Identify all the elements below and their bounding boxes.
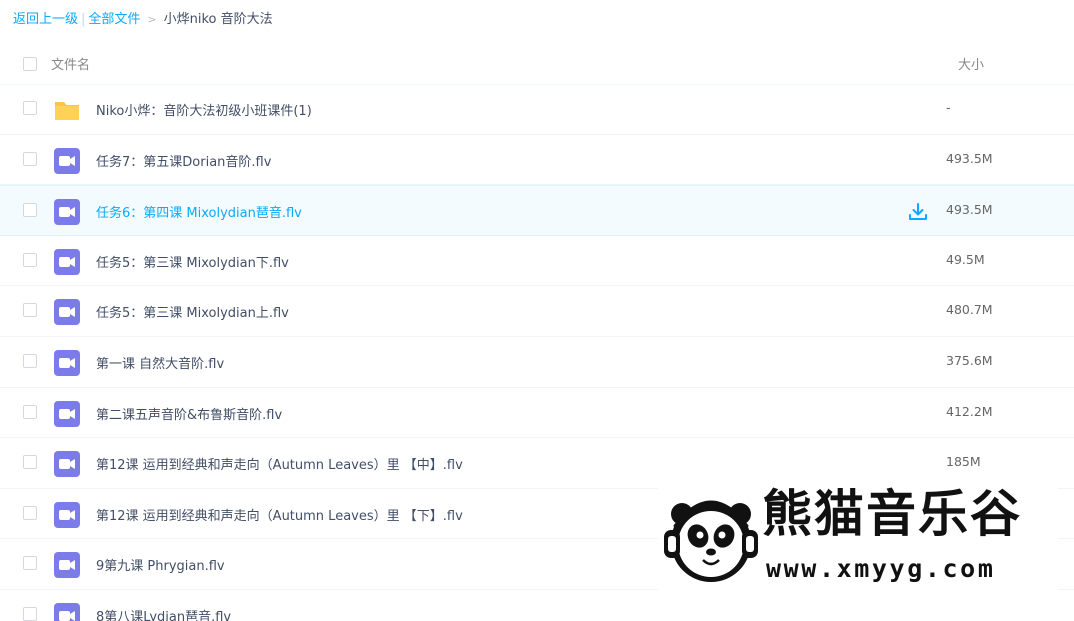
breadcrumb-divider: | [81,12,86,27]
watermark-title: 熊猫音乐谷 [762,485,1022,543]
video-icon [54,602,80,621]
current-folder: 小烨niko 音阶大法 [163,12,273,27]
file-size: 493.5M [946,202,993,218]
back-link[interactable]: 返回上一级 [13,12,78,27]
video-icon [54,552,80,579]
file-row[interactable]: 任务7：第五课Dorian音阶.flv 493.5M [0,135,1074,186]
file-name[interactable]: 第12课 运用到经典和声走向（Autumn Leaves）里 【下】.flv [96,505,463,524]
file-size: - [946,100,951,115]
breadcrumb-arrow: > [147,13,157,26]
file-list-header: 文件名 大小 [0,42,1074,85]
column-header-size[interactable]: 大小 [958,54,984,73]
file-size: 185M [946,454,981,470]
watermark: 熊猫音乐谷 www.xmyyg.com [658,480,1058,621]
row-checkbox[interactable] [23,353,37,368]
panda-logo-icon [664,500,758,582]
column-header-name[interactable]: 文件名 [51,54,90,73]
file-size: 375.6M [946,352,993,368]
file-name[interactable]: Niko小烨：音阶大法初级小班课件(1) [96,100,312,119]
file-name[interactable]: 第12课 运用到经典和声走向（Autumn Leaves）里 【中】.flv [96,454,463,473]
file-name[interactable]: 8第八课Lydian琶音.flv [96,606,231,621]
row-checkbox[interactable] [23,505,37,520]
row-checkbox[interactable] [23,151,37,166]
file-row[interactable]: 第一课 自然大音阶.flv 375.6M [0,337,1074,388]
video-icon [54,400,80,427]
file-name[interactable]: 第一课 自然大音阶.flv [96,353,224,372]
file-row[interactable]: 任务5：第三课 Mixolydian下.flv 49.5M [0,236,1074,287]
row-checkbox[interactable] [23,303,37,318]
file-size: 412.2M [946,403,993,419]
row-checkbox[interactable] [23,556,37,571]
row-checkbox[interactable] [23,203,37,218]
file-name[interactable]: 任务5：第三课 Mixolydian上.flv [96,302,289,321]
file-name[interactable]: 任务7：第五课Dorian音阶.flv [96,151,271,170]
file-browser: 返回上一级 | 全部文件 > 小烨niko 音阶大法 文件名 大小 Niko小烨：音阶大… [0,0,1074,621]
video-icon [54,147,80,174]
file-name[interactable]: 9第九课 Phrygian.flv [96,555,225,574]
all-files-link[interactable]: 全部文件 [88,12,140,27]
file-row[interactable]: 第二课五声音阶&布鲁斯音阶.flv 412.2M [0,388,1074,439]
row-checkbox[interactable] [23,606,37,621]
video-icon [54,501,80,528]
file-name[interactable]: 任务5：第三课 Mixolydian下.flv [96,252,289,271]
file-size: 49.5M [946,251,985,267]
row-checkbox[interactable] [23,101,37,115]
video-icon [54,248,80,275]
breadcrumb: 返回上一级 | 全部文件 > 小烨niko 音阶大法 [13,10,273,30]
select-all-checkbox[interactable] [23,57,37,71]
file-size: 493.5M [946,150,993,166]
file-name[interactable]: 任务6：第四课 Mixolydian琶音.flv [96,202,302,221]
file-row[interactable]: Niko小烨：音阶大法初级小班课件(1) - [0,84,1074,135]
folder-icon [55,102,79,120]
row-checkbox[interactable] [23,455,37,470]
file-row[interactable]: 任务6：第四课 Mixolydian琶音.flv 493.5M [0,185,1074,236]
file-name[interactable]: 第二课五声音阶&布鲁斯音阶.flv [96,404,282,423]
video-icon [54,199,80,226]
download-icon[interactable] [908,202,928,222]
row-checkbox[interactable] [23,252,37,267]
video-icon [54,451,80,478]
video-icon [54,299,80,326]
watermark-url: www.xmyyg.com [766,554,996,583]
row-checkbox[interactable] [23,404,37,419]
file-row[interactable]: 任务5：第三课 Mixolydian上.flv 480.7M [0,286,1074,337]
file-size: 480.7M [946,302,993,318]
video-icon [54,349,80,376]
